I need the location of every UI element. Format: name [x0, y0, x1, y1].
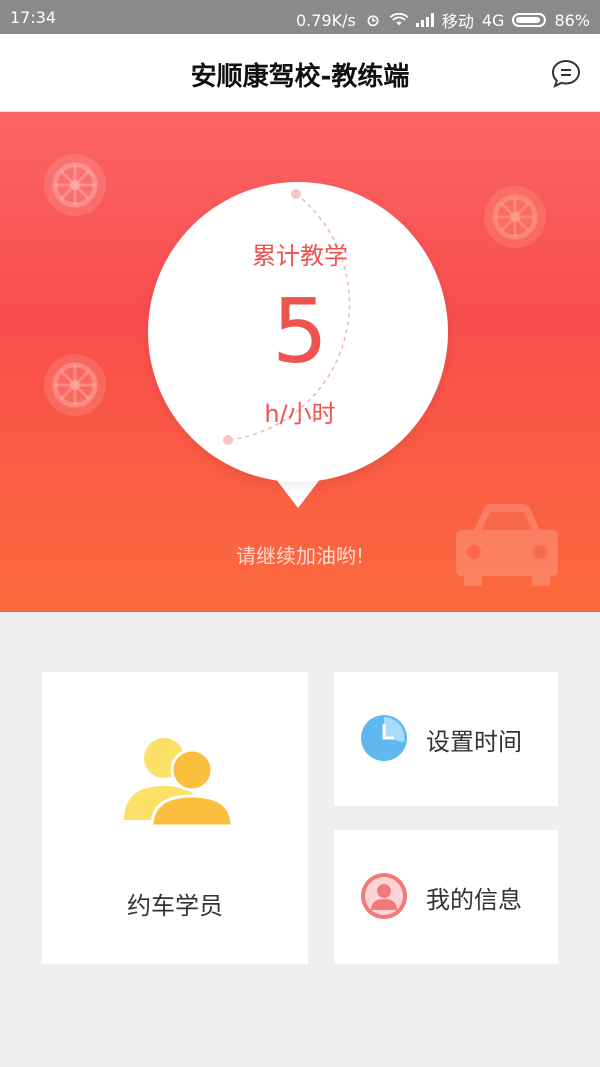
status-bar: 17:34 0.79K/s 移动 4G 86%: [0, 0, 600, 34]
status-right: 0.79K/s 移动 4G 86%: [296, 8, 590, 32]
hours-unit-label: h/小时: [264, 400, 336, 428]
status-battery: 86%: [554, 10, 590, 30]
teaching-hours-value: 5: [272, 280, 328, 383]
teaching-summary-hero: 累计教学 5 h/小时 请继续加油哟!: [0, 112, 600, 612]
user-icon: [361, 873, 407, 919]
my-info-card[interactable]: 我的信息: [334, 830, 558, 964]
car-icon: [456, 504, 558, 586]
status-carrier: 移动: [441, 12, 474, 31]
alarm-icon: [367, 15, 379, 27]
clock-icon: [361, 715, 407, 761]
wifi-icon: [389, 13, 408, 26]
people-icon: [124, 738, 232, 826]
battery-icon: [512, 13, 547, 27]
wheel-icon: [44, 154, 106, 216]
page-title: 安顺康驾校-教练端: [190, 62, 410, 92]
set-time-label: 设置时间: [426, 728, 522, 756]
signal-icon: [415, 13, 434, 27]
app-header: 安顺康驾校-教练端: [0, 34, 600, 112]
chat-bubble-icon[interactable]: [550, 58, 582, 90]
status-time: 17:34: [10, 8, 57, 27]
set-time-card[interactable]: 设置时间: [334, 672, 558, 806]
status-network: 4G: [481, 10, 505, 30]
status-net-speed: 0.79K/s: [296, 10, 356, 30]
students-label: 约车学员: [127, 892, 223, 920]
cumulative-teaching-label: 累计教学: [252, 242, 348, 270]
students-card[interactable]: 约车学员: [42, 672, 308, 964]
my-info-label: 我的信息: [426, 886, 522, 914]
